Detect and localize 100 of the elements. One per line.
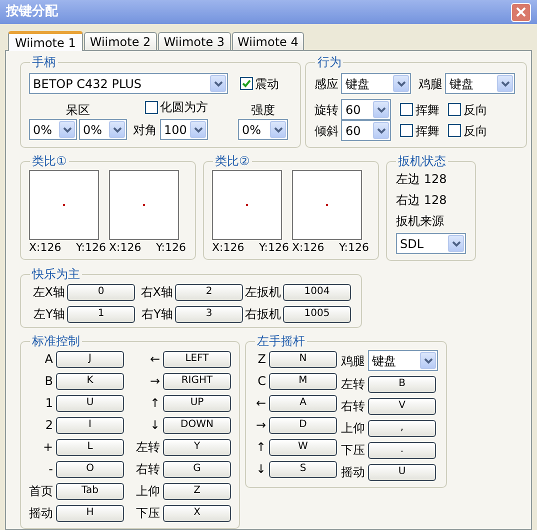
key-binding-button[interactable]: S [269,460,337,478]
field-label: ← [148,351,160,368]
group-title: 手柄 [31,54,57,71]
x-reading: X:126 [109,240,142,256]
field-label: 右转 [341,398,365,415]
dropdown[interactable]: 100 [160,119,208,140]
field-label: ↑ [148,395,160,412]
field-label: - [48,461,53,478]
tab[interactable]: Wiimote 2 [84,32,157,50]
key-binding-button[interactable]: Y [163,438,231,456]
dropdown[interactable]: 键盘 [368,350,438,371]
field-label: ↓ [254,461,266,478]
key-binding-button[interactable]: , [368,420,436,436]
field-label: B [44,373,53,390]
group-title: 行为 [316,54,342,71]
key-binding-button[interactable]: 1 [67,306,135,322]
field-label: 上仰 [135,483,160,500]
key-binding-button[interactable]: U [368,464,436,480]
field-label: 1 [44,395,53,412]
key-binding-button[interactable]: 1005 [283,306,351,322]
key-binding-button[interactable]: RIGHT [163,372,231,390]
key-binding-button[interactable]: A [269,394,337,412]
key-binding-button[interactable]: X [163,504,231,522]
checkbox[interactable]: 震动 [240,74,279,92]
dropdown[interactable]: 键盘 [445,73,516,94]
field-label: C [256,373,266,390]
trigger-reading: 左边 128 [396,171,448,188]
key-binding-button[interactable]: U [56,394,124,412]
group-title: 扳机状态 [397,153,447,170]
checkbox[interactable]: 挥舞 [400,122,440,140]
field-label: 旋转 [314,102,338,118]
checkbox[interactable]: 反向 [448,122,488,140]
key-binding-button[interactable]: G [163,460,231,478]
field-label: 左扳机 [245,284,281,301]
field-label: 左Y轴 [32,306,65,323]
group-title: 标准控制 [31,333,81,350]
key-binding-button[interactable]: UP [163,394,231,412]
key-binding-button[interactable]: M [269,372,337,390]
field-label: 左转 [135,439,160,456]
x-reading: X:126 [212,240,244,256]
field-label: 倾斜 [314,122,338,140]
key-binding-button[interactable]: 2 [175,284,243,300]
tab[interactable]: Wiimote 1 [8,31,83,51]
field-label: 左转 [341,376,365,393]
key-binding-button[interactable]: W [269,438,337,456]
field-label: 对角 [133,122,157,138]
field-label: 感应 [314,76,338,92]
x-reading: X:126 [292,240,324,256]
field-label: 左X轴 [32,284,65,301]
y-reading: Y:126 [339,240,369,256]
field-label: 摇动 [341,464,365,481]
window-title: 按键分配 [6,3,58,22]
tab[interactable]: Wiimote 3 [158,32,231,50]
key-binding-button[interactable]: 1004 [283,284,351,300]
dropdown[interactable]: SDL [396,233,466,254]
key-binding-button[interactable]: V [368,398,436,414]
field-label: → [254,417,266,434]
x-reading: X:126 [29,240,62,256]
dropdown[interactable]: 0% [79,119,127,140]
field-label: 2 [44,417,53,434]
y-reading: Y:126 [76,240,106,256]
key-binding-button[interactable]: 0 [67,284,135,300]
checkbox[interactable]: 化圆为方 [145,98,208,116]
close-icon[interactable] [511,2,531,22]
field-label: 鸡腿 [341,352,365,370]
checkmark-icon [242,79,251,88]
key-binding-button[interactable]: O [56,460,124,478]
key-binding-button[interactable]: L [56,438,124,456]
field-label: 扳机来源 [396,213,445,230]
dropdown[interactable]: 60 [341,120,392,141]
key-binding-button[interactable]: K [56,372,124,390]
field-label: 上仰 [341,420,365,437]
checkbox[interactable]: 反向 [448,100,488,118]
field-label: 强度 [251,102,275,119]
dropdown[interactable]: 0% [29,119,77,140]
dropdown[interactable]: 键盘 [341,73,412,94]
field-label: 右扳机 [245,306,281,323]
key-binding-button[interactable]: DOWN [163,416,231,434]
dropdown[interactable]: BETOP C432 PLUS [29,73,228,94]
field-label: 右Y轴 [140,306,173,323]
dropdown[interactable]: 60 [341,99,392,120]
key-binding-button[interactable]: . [368,442,436,458]
dropdown[interactable]: 0% [238,119,288,140]
field-label: ↓ [148,417,160,434]
key-binding-button[interactable]: N [269,350,337,368]
trigger-reading: 右边 128 [396,192,448,209]
key-binding-button[interactable]: D [269,416,337,434]
key-binding-button[interactable]: 3 [175,306,243,322]
key-binding-button[interactable]: Tab [56,482,124,500]
key-binding-button[interactable]: B [368,376,436,392]
key-binding-button[interactable]: LEFT [163,350,231,368]
key-binding-button[interactable]: I [56,416,124,434]
checkbox[interactable]: 挥舞 [400,100,440,118]
tab[interactable]: Wiimote 4 [232,32,304,50]
key-binding-button[interactable]: H [56,504,124,522]
field-label: A [44,351,53,368]
key-binding-button[interactable]: J [56,350,124,368]
field-label: 下压 [341,442,365,459]
key-binding-button[interactable]: Z [163,482,231,500]
group-title: 左手摇杆 [256,333,306,350]
